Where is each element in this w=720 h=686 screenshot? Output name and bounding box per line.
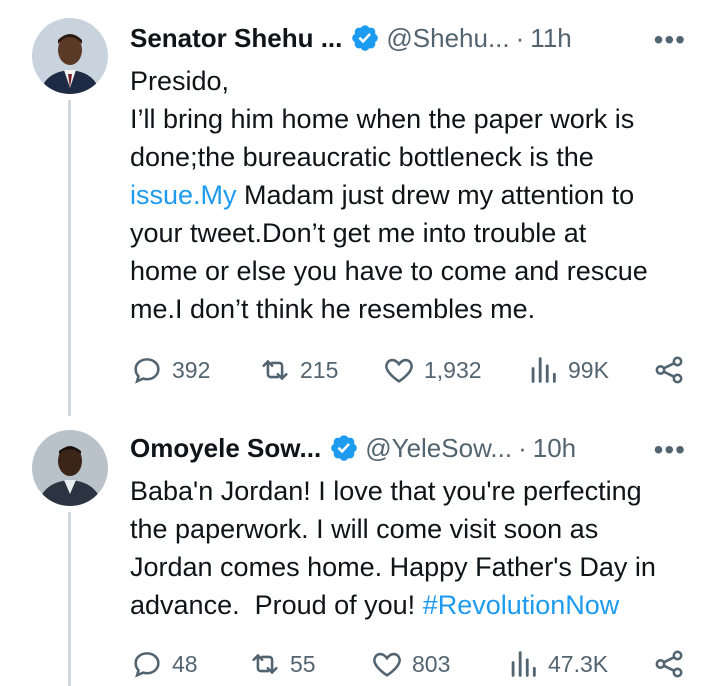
tweet-text-span: Madam just drew my attention to — [236, 180, 635, 210]
reply-button[interactable]: 392 — [130, 350, 210, 390]
author-name[interactable]: Senator Shehu ... — [130, 23, 342, 54]
tweet-line: Baba'n Jordan! I love that you're perfec… — [130, 476, 642, 506]
like-button[interactable]: 1,932 — [382, 350, 482, 390]
tweet-line: Presido, — [130, 66, 230, 96]
tweet-line: advance. Proud of you! #RevolutionNow — [130, 586, 700, 624]
thread-line — [68, 512, 71, 686]
share-icon — [655, 650, 683, 678]
author-handle[interactable]: @Shehu... — [386, 23, 509, 54]
avatar[interactable] — [32, 430, 108, 506]
tweet-text-span: advance. Proud of you! — [130, 590, 423, 620]
tweet-line: the paperwork. I will come visit soon as — [130, 514, 599, 544]
verified-badge-icon — [350, 23, 380, 53]
retweet-count: 215 — [300, 356, 339, 383]
author-handle[interactable]: @YeleSow... — [365, 433, 512, 464]
like-count: 803 — [412, 650, 451, 677]
thread-line — [68, 100, 71, 416]
reply-icon — [134, 358, 160, 384]
verified-badge-icon — [329, 433, 359, 463]
more-icon[interactable]: ••• — [654, 24, 686, 56]
tweet-line: issue.My Madam just drew my attention to — [130, 176, 700, 214]
reply-count: 48 — [172, 650, 198, 677]
tweet-link[interactable]: issue.My — [130, 180, 237, 210]
retweet-button[interactable]: 55 — [248, 644, 316, 684]
tweet-header: Senator Shehu ... @Shehu... · 11h — [130, 18, 572, 58]
share-button[interactable] — [652, 644, 694, 684]
retweet-icon — [252, 654, 278, 674]
views-icon — [511, 651, 536, 677]
more-icon[interactable]: ••• — [654, 434, 686, 466]
reply-count: 392 — [172, 356, 211, 383]
retweet-icon — [262, 360, 288, 380]
tweet-line: me.I don’t think he resembles me. — [130, 294, 536, 324]
views-button[interactable]: 99K — [526, 350, 609, 390]
retweet-button[interactable]: 215 — [258, 350, 338, 390]
views-button[interactable]: 47.3K — [506, 644, 608, 684]
separator-dot: · — [515, 22, 525, 53]
views-count: 99K — [568, 356, 609, 383]
tweet-line: I’ll bring him home when the paper work … — [130, 104, 635, 134]
like-count: 1,932 — [424, 356, 482, 383]
share-icon — [655, 356, 683, 384]
tweet-header: Omoyele Sow... @YeleSow... · 10h — [130, 428, 576, 468]
tweet-line: your tweet.Don’t get me into trouble at — [130, 218, 587, 248]
separator-dot: · — [518, 432, 527, 463]
tweet-line: home or else you have to come and rescue — [130, 256, 648, 286]
reply-icon — [134, 652, 160, 678]
like-icon — [385, 358, 413, 383]
avatar[interactable] — [32, 18, 108, 94]
share-button[interactable] — [652, 350, 694, 390]
author-name[interactable]: Omoyele Sow... — [130, 433, 321, 464]
retweet-count: 55 — [290, 650, 316, 677]
hashtag-link[interactable]: #RevolutionNow — [423, 590, 620, 620]
tweet-line: Jordan comes home. Happy Father's Day in — [130, 552, 656, 582]
tweet-text: Baba'n Jordan! I love that you're perfec… — [130, 472, 700, 624]
tweet-actions: 48 55 803 47.3K — [130, 644, 690, 684]
views-count: 47.3K — [548, 650, 609, 677]
like-icon — [373, 652, 401, 677]
timestamp[interactable]: 11h — [530, 23, 571, 54]
tweet-line: done;the bureaucratic bottleneck is the — [130, 142, 594, 172]
reply-button[interactable]: 48 — [130, 644, 198, 684]
like-button[interactable]: 803 — [370, 644, 450, 684]
tweet-text: Presido, I’ll bring him home when the pa… — [130, 62, 700, 328]
timestamp[interactable]: 10h — [533, 433, 576, 464]
tweet-actions: 392 215 1,932 99K — [130, 350, 690, 390]
views-icon — [531, 357, 556, 383]
